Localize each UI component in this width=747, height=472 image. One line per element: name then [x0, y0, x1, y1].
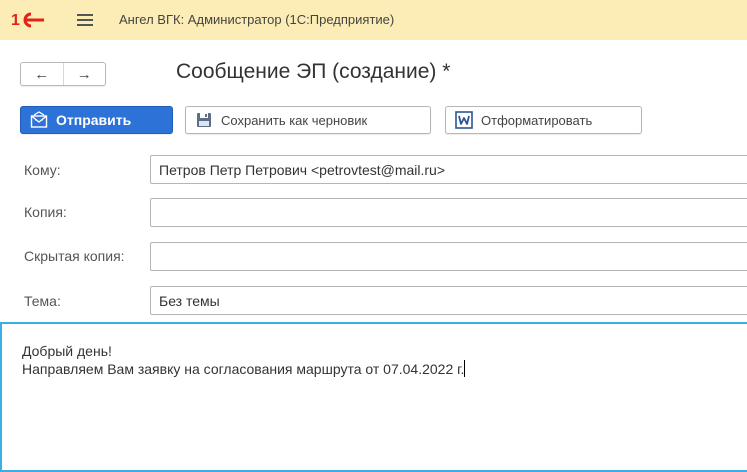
word-icon: [455, 111, 473, 129]
svg-text:1: 1: [11, 12, 20, 29]
format-button-label: Отформатировать: [481, 112, 593, 128]
to-label: Кому:: [24, 162, 61, 178]
floppy-disk-icon: [197, 113, 211, 127]
title-bar: 1 Ангел ВГК: Администратор (1С:Предприят…: [0, 0, 747, 40]
cc-field[interactable]: [150, 198, 747, 227]
subject-label: Тема:: [24, 293, 61, 309]
body-line-with-caret: Направляем Вам заявку на согласования ма…: [22, 360, 747, 378]
to-field[interactable]: Петров Петр Петрович <petrovtest@mail.ru…: [150, 155, 747, 184]
save-draft-button-label: Сохранить как черновик: [221, 112, 368, 128]
format-button[interactable]: Отформатировать: [445, 106, 642, 134]
back-button[interactable]: ←: [21, 63, 63, 85]
bcc-label: Скрытая копия:: [24, 248, 125, 264]
message-body-editor[interactable]: Добрый день! Направляем Вам заявку на со…: [0, 322, 747, 472]
body-line: Добрый день!: [22, 343, 112, 359]
app-title: Ангел ВГК: Администратор (1С:Предприятие…: [119, 12, 395, 27]
send-button[interactable]: Отправить: [20, 106, 173, 134]
body-line: Направляем Вам заявку на согласования ма…: [22, 361, 465, 377]
cc-label: Копия:: [24, 204, 67, 220]
page-title: Сообщение ЭП (создание) *: [176, 60, 451, 83]
text-caret: [464, 360, 466, 377]
1c-logo-icon[interactable]: 1: [11, 11, 45, 29]
subject-field[interactable]: Без темы: [150, 286, 747, 315]
send-button-label: Отправить: [56, 112, 132, 128]
hamburger-menu-icon[interactable]: [77, 14, 93, 26]
bcc-field[interactable]: [150, 242, 747, 271]
save-draft-button[interactable]: Сохранить как черновик: [185, 106, 431, 134]
history-navigation: ← →: [20, 62, 106, 86]
envelope-send-icon: [30, 111, 48, 128]
forward-button[interactable]: →: [62, 63, 106, 85]
